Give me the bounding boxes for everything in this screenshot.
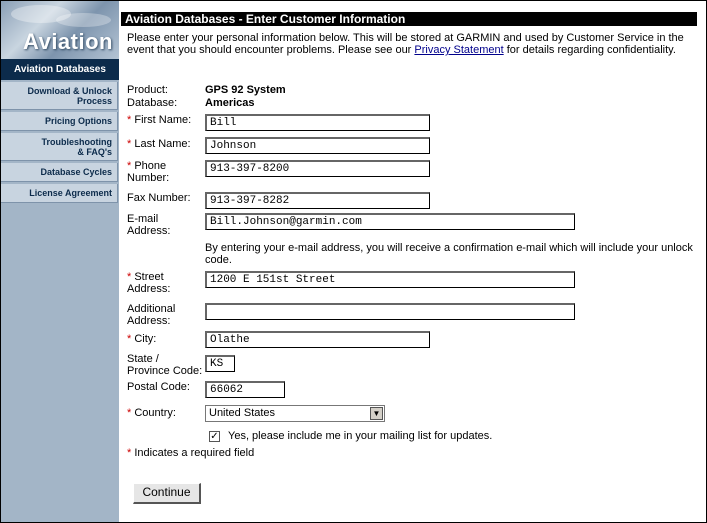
product-value: GPS 92 System <box>205 84 286 96</box>
last-name-label: * Last Name: <box>127 138 191 150</box>
fax-label: Fax Number: <box>127 192 191 204</box>
mailing-list-label: Yes, please include me in your mailing l… <box>228 430 493 442</box>
sidebar-item-pricing-options[interactable]: Pricing Options <box>1 112 118 131</box>
sidebar-item-license-agreement[interactable]: License Agreement <box>1 184 118 203</box>
postal-code-field[interactable] <box>205 381 285 398</box>
street-label: * Street Address: <box>127 271 171 295</box>
first-name-field[interactable] <box>205 114 430 131</box>
intro-text: Please enter your personal information b… <box>127 32 684 56</box>
last-name-field[interactable] <box>205 137 430 154</box>
fax-field[interactable] <box>205 192 430 209</box>
state-label: State / Province Code: <box>127 353 203 377</box>
required-note: * Indicates a required field <box>127 447 255 459</box>
mailing-list-checkbox[interactable]: ✓ <box>209 431 220 442</box>
privacy-statement-link[interactable]: Privacy Statement <box>414 44 503 56</box>
phone-label: * Phone Number: <box>127 160 170 184</box>
phone-field[interactable] <box>205 160 430 177</box>
email-note: By entering your e-mail address, you wil… <box>205 242 693 266</box>
continue-button[interactable]: Continue <box>133 483 201 504</box>
database-label: Database: <box>127 97 178 109</box>
page-title: Aviation Databases - Enter Customer Info… <box>121 12 697 26</box>
sidebar-item-troubleshooting[interactable]: Troubleshooting & FAQ's <box>1 133 118 161</box>
first-name-label: * First Name: <box>127 114 192 126</box>
chevron-down-icon[interactable]: ▼ <box>370 407 383 420</box>
sidebar: Aviation Aviation Databases Download & U… <box>1 1 119 522</box>
logo-text: Aviation <box>23 29 113 54</box>
additional-address-field[interactable] <box>205 303 575 320</box>
email-label: E-mail Address: <box>127 213 171 237</box>
database-value: Americas <box>205 97 255 109</box>
sidebar-item-aviation-databases[interactable]: Aviation Databases <box>1 59 119 80</box>
city-label: * City: <box>127 333 157 345</box>
country-select[interactable]: United States ▼ <box>205 405 385 422</box>
country-label: * Country: <box>127 407 176 419</box>
street-address-field[interactable] <box>205 271 575 288</box>
aviation-logo: Aviation <box>1 1 119 59</box>
sidebar-item-download-unlock[interactable]: Download & Unlock Process <box>1 82 118 110</box>
additional-address-label: Additional Address: <box>127 303 176 327</box>
email-field[interactable] <box>205 213 575 230</box>
state-field[interactable] <box>205 355 235 372</box>
city-field[interactable] <box>205 331 430 348</box>
postal-code-label: Postal Code: <box>127 381 190 393</box>
product-label: Product: <box>127 84 168 96</box>
sidebar-item-database-cycles[interactable]: Database Cycles <box>1 163 118 182</box>
